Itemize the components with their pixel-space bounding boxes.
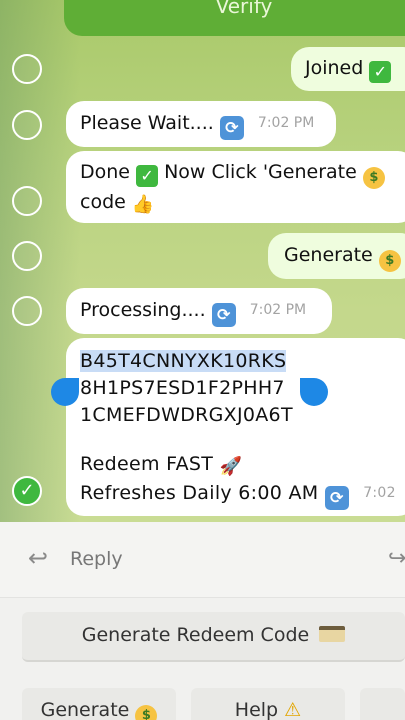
button-label: Generate Redeem Code xyxy=(81,624,310,646)
button-label: Generate xyxy=(40,699,130,720)
warning-icon: ⚠ xyxy=(284,699,302,720)
message-text: Please Wait.... xyxy=(80,112,214,134)
credit-card-icon xyxy=(319,626,346,642)
message-please-wait[interactable]: Please Wait.... ⟳ 7:02 PM xyxy=(66,101,336,147)
select-circle-code-checked[interactable]: ✓ xyxy=(12,476,42,506)
check-mark-emoji-icon: ✓ xyxy=(369,61,392,83)
message-time: 7:02 PM xyxy=(249,302,307,318)
message-text: Refreshes Daily 6:00 AM xyxy=(80,482,319,504)
thumbs-up-emoji-icon: 👍 xyxy=(131,194,155,215)
help-button[interactable]: Help ⚠ xyxy=(191,688,345,720)
refresh-emoji-icon: ⟳ xyxy=(324,486,349,510)
selected-code-text[interactable]: B45T4CNNYXK10RKS xyxy=(80,350,287,372)
message-text: Redeem FAST xyxy=(80,453,214,475)
verify-label: Verify xyxy=(215,0,273,18)
money-face-emoji-icon: $ xyxy=(135,705,158,720)
select-circle-generate[interactable] xyxy=(12,241,42,271)
chat-area[interactable]: Verify ✓ Joined ✓ Please Wait.... ⟳ 7:02… xyxy=(0,0,405,522)
select-circle-done[interactable] xyxy=(12,186,42,216)
refresh-emoji-icon: ⟳ xyxy=(211,303,236,327)
checkmark-icon: ✓ xyxy=(19,480,35,501)
check-mark-emoji-icon: ✓ xyxy=(136,165,159,187)
message-text: Generate xyxy=(284,244,373,266)
rocket-emoji-icon: 🚀 xyxy=(219,456,243,477)
money-face-emoji-icon: $ xyxy=(378,250,401,272)
message-done[interactable]: Done ✓ Now Click 'Generate $ code 👍 xyxy=(66,151,405,223)
money-face-emoji-icon: $ xyxy=(362,167,385,189)
message-time: 7:02 xyxy=(363,485,396,501)
message-text: Now Click 'Generate xyxy=(164,161,357,183)
message-generate[interactable]: Generate $ xyxy=(268,233,405,279)
message-redeem-code[interactable]: B45T4CNNYXK10RKS 8H1PS7ESD1F2PHH7 1CMEFD… xyxy=(66,338,405,516)
message-joined[interactable]: Joined ✓ xyxy=(291,47,405,91)
generate-redeem-code-button[interactable]: Generate Redeem Code xyxy=(22,612,405,662)
code-line[interactable]: 1CMEFDWDRGXJ0A6T xyxy=(80,402,402,429)
bottom-panel: ↩ Reply ↪ Generate Redeem Code Generate … xyxy=(0,522,405,720)
select-circle-please-wait[interactable] xyxy=(12,110,42,140)
generate-button[interactable]: Generate $ xyxy=(22,688,176,720)
reply-arrow-icon[interactable]: ↩ xyxy=(28,544,48,572)
message-time: 7:02 PM xyxy=(257,115,315,131)
select-circle-processing[interactable] xyxy=(12,296,42,326)
button-label: Help xyxy=(234,699,279,720)
message-text: Processing.... xyxy=(80,299,206,321)
select-circle-joined[interactable] xyxy=(12,54,42,84)
selection-start-handle[interactable] xyxy=(51,378,79,406)
more-button[interactable] xyxy=(360,688,405,720)
reply-label[interactable]: Reply xyxy=(70,548,123,570)
refresh-emoji-icon: ⟳ xyxy=(219,116,244,140)
message-processing[interactable]: Processing.... ⟳ 7:02 PM xyxy=(66,288,332,334)
reply-bar[interactable]: ↩ Reply ↪ xyxy=(0,522,405,598)
message-text: code xyxy=(80,191,126,213)
selection-end-handle[interactable] xyxy=(300,378,328,406)
code-line[interactable]: 8H1PS7ESD1F2PHH7 xyxy=(80,375,402,402)
forward-icon[interactable]: ↪ xyxy=(388,546,405,571)
message-text: Done xyxy=(80,161,130,183)
verify-button[interactable]: Verify xyxy=(64,0,405,36)
message-text: Joined xyxy=(305,57,364,79)
